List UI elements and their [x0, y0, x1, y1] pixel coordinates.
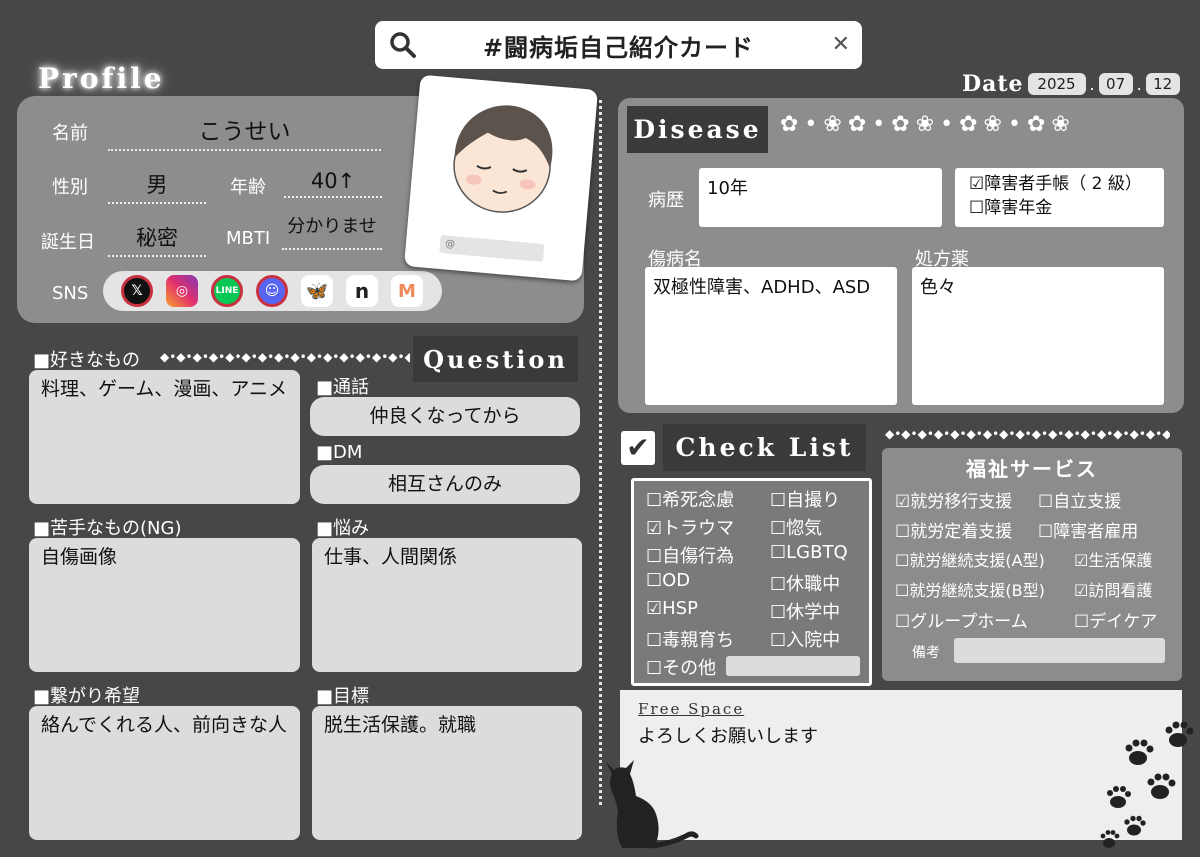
flower-decoration: ✿•❀✿•✿❀•✿❀•✿❀ [780, 112, 1076, 137]
line-icon[interactable]: LINE [211, 275, 243, 307]
techo-check: ☑障害者手帳（ 2 級） [969, 174, 1142, 194]
discord-icon[interactable]: ☺ [256, 275, 288, 307]
welfare-heading: 福祉サービス [966, 457, 1098, 481]
checklist-item[interactable]: ☐希死念慮 [646, 486, 734, 512]
avatar [453, 105, 553, 213]
age-value: 40↑ [284, 169, 382, 198]
call-box: 仲良くなってから [310, 397, 580, 436]
dots-divider: ◆•◆•◆•◆•◆•◆•◆•◆•◆•◆•◆•◆•◆•◆•◆•◆•◆•◆• [885, 427, 1170, 441]
instagram-icon[interactable]: ◎ [166, 275, 198, 307]
checklist-item[interactable]: ☐入院中 [770, 626, 840, 652]
welfare-item[interactable]: ☐就労定着支援 [895, 517, 1012, 542]
free-space-heading: Free Space [638, 700, 745, 718]
checklist-item[interactable]: ☐自傷行為 [646, 542, 734, 568]
welfare-item[interactable]: ☑生活保護 [1074, 547, 1152, 571]
checklist-item[interactable]: ☑HSP [646, 598, 698, 619]
note-input[interactable] [954, 638, 1165, 663]
checklist-item[interactable]: ☐休職中 [770, 570, 840, 596]
x-icon[interactable]: 𝕏 [121, 275, 153, 307]
gender-value: 男 [108, 169, 206, 204]
misskey-icon[interactable]: M [391, 275, 423, 307]
likes-heading: ■好きなもの [33, 350, 141, 371]
date-row: Date 2025 . 07 . 12 [962, 71, 1180, 97]
mbti-label: MBTI [226, 228, 271, 249]
avatar-photo: @ [403, 74, 599, 282]
mbti-value: 分かりませ [282, 212, 382, 250]
birthday-label: 誕生日 [41, 232, 95, 253]
connect-box: 絡んでくれる人、前向きな人 [29, 706, 300, 840]
welfare-item[interactable]: ☑就労移行支援 [895, 487, 1012, 512]
checklist-item[interactable]: ☐LGBTQ [770, 542, 848, 563]
welfare-item[interactable]: ☐デイケア [1074, 607, 1157, 632]
note-icon[interactable]: n [346, 275, 378, 307]
name-label: 名前 [52, 123, 88, 144]
checklist-item[interactable]: ☑トラウマ [646, 514, 734, 540]
close-icon[interactable]: ✕ [832, 32, 850, 57]
goal-box: 脱生活保護。就職 [312, 706, 582, 840]
checkbox-icon: ✔ [621, 431, 655, 465]
welfare-item[interactable]: ☐就労継続支援(A型) [895, 547, 1045, 571]
age-label: 年齢 [230, 177, 266, 198]
date-month[interactable]: 07 [1098, 73, 1133, 95]
other-input[interactable] [726, 656, 860, 676]
question-heading: Question [413, 336, 578, 382]
sns-label: SNS [52, 283, 89, 304]
dm-heading: ■DM [316, 442, 363, 463]
checklist-item[interactable]: ☐その他 [646, 654, 716, 680]
photo-handle: @ [439, 234, 545, 262]
name-value: こうせい [108, 112, 381, 151]
date-year[interactable]: 2025 [1027, 73, 1086, 95]
dm-box: 相互さんのみ [310, 465, 580, 504]
history-box: 10年 [699, 168, 942, 227]
checklist-item[interactable]: ☐休学中 [770, 598, 840, 624]
welfare-item[interactable]: ☐就労継続支援(B型) [895, 577, 1045, 601]
checklist-heading: Check List [663, 424, 866, 471]
techo-box: ☑障害者手帳（ 2 級） ☐障害年金 [955, 168, 1164, 227]
likes-box: 料理、ゲーム、漫画、アニメ [29, 370, 300, 504]
vertical-divider [599, 100, 602, 805]
welfare-item[interactable]: ☐自立支援 [1038, 487, 1121, 512]
paw-print-icon [1100, 721, 1194, 848]
checklist-item[interactable]: ☐自撮り [770, 486, 840, 512]
date-sep: . [1089, 74, 1095, 94]
pension-check: ☐障害年金 [969, 198, 1053, 218]
worries-box: 仕事、人間関係 [312, 538, 582, 672]
birthday-value: 秘密 [108, 222, 206, 257]
welfare-item[interactable]: ☐グループホーム [895, 607, 1028, 632]
dots-divider: ◆•◆•◆•◆•◆•◆•◆•◆•◆•◆•◆•◆•◆•◆•◆•◆• [160, 350, 410, 364]
bluesky-icon[interactable]: 🦋 [301, 275, 333, 307]
connect-heading: ■繋がり希望 [33, 686, 141, 707]
gender-label: 性別 [52, 177, 88, 198]
dislikes-heading: ■苦手なもの(NG) [33, 518, 182, 539]
welfare-item[interactable]: ☑訪問看護 [1074, 577, 1152, 601]
checklist-item[interactable]: ☐毒親育ち [646, 626, 734, 652]
date-sep: . [1136, 74, 1142, 94]
checklist-item[interactable]: ☐OD [646, 570, 690, 591]
cat-icon [606, 760, 699, 849]
welfare-item[interactable]: ☐障害者雇用 [1038, 517, 1138, 542]
history-label: 病歴 [648, 190, 684, 211]
call-heading: ■通話 [316, 377, 370, 398]
date-label: Date [962, 71, 1024, 97]
worries-heading: ■悩み [316, 518, 370, 539]
profile-heading: Profile [38, 62, 165, 95]
goal-heading: ■目標 [316, 686, 370, 707]
date-day[interactable]: 12 [1145, 73, 1180, 95]
disease-heading: Disease [627, 106, 768, 153]
dislikes-box: 自傷画像 [29, 538, 300, 672]
disease-name-box: 双極性障害、ADHD、ASD [645, 267, 897, 405]
medicine-box: 色々 [912, 267, 1164, 405]
free-space-text: よろしくお願いします [638, 726, 818, 747]
search-bar[interactable]: #闘病垢自己紹介カード ✕ [375, 21, 862, 69]
sns-row: 𝕏 ◎ LINE ☺ 🦋 n M [103, 271, 442, 311]
search-title: #闘病垢自己紹介カード [482, 33, 755, 62]
checklist-item[interactable]: ☐惚気 [770, 514, 822, 540]
note-label: 備考 [912, 645, 940, 661]
